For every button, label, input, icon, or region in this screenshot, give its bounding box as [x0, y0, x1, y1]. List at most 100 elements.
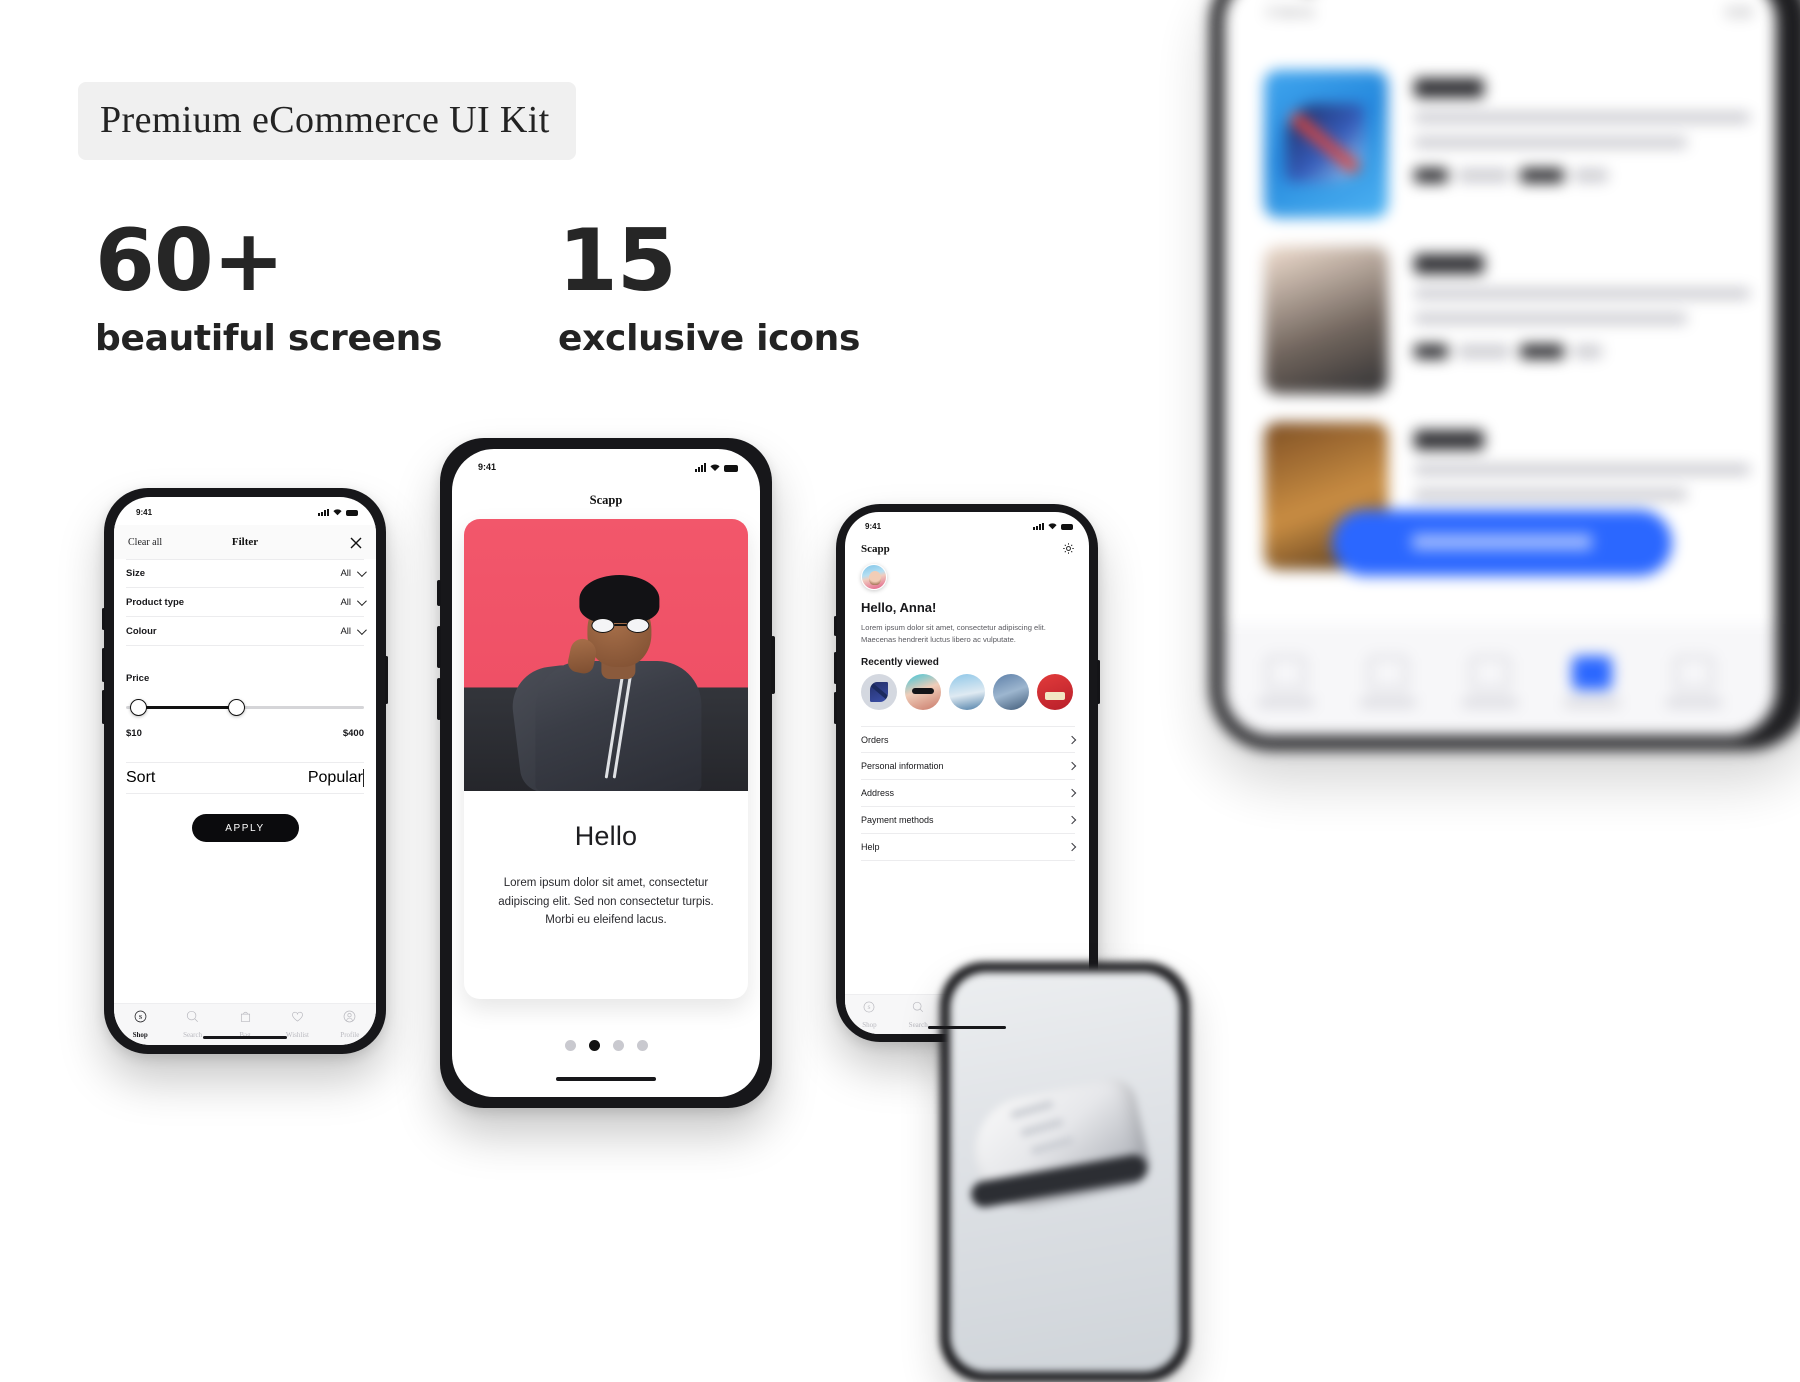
product-price [1414, 168, 1448, 183]
filter-header: Clear all Filter [114, 525, 376, 559]
avatar[interactable] [861, 564, 887, 590]
list-item-orders[interactable]: Orders [861, 726, 1077, 753]
sidebar-item-shop[interactable]: S Shop [114, 1010, 166, 1039]
tab-label-wishlist: Wishlist [285, 1031, 309, 1039]
pagination-dot[interactable] [612, 1040, 624, 1051]
product-desc-line [1414, 489, 1687, 500]
product-size [1458, 345, 1510, 358]
onboarding-copy: Hello Lorem ipsum dolor sit amet, consec… [464, 791, 748, 930]
filter-row-size[interactable]: Size All [126, 559, 367, 588]
price-label: Price [126, 673, 150, 684]
sunglasses-woman-thumb[interactable] [905, 674, 941, 710]
list-item-personal-information[interactable]: Personal information [861, 753, 1077, 780]
gear-icon[interactable] [1062, 542, 1075, 555]
profile-header: Scapp [861, 542, 1075, 555]
denim-jacket-thumb[interactable] [949, 674, 985, 710]
search-icon[interactable] [1368, 656, 1408, 690]
shop-s-circle-icon[interactable] [1266, 656, 1306, 690]
stat-icons: 15 exclusive icons [558, 218, 860, 359]
product-desc-line [1414, 464, 1750, 475]
sort-value[interactable]: Popular [308, 769, 364, 787]
pagination-dot[interactable] [636, 1040, 648, 1051]
list-item-payment-methods[interactable]: Payment methods [861, 807, 1077, 834]
power-button[interactable] [385, 656, 388, 704]
filter-row-colour[interactable]: Colour All [126, 617, 367, 646]
sidebar-item-profile[interactable]: Profile [324, 1010, 376, 1039]
filter-label: Size [126, 568, 146, 579]
product-desc-line [1414, 288, 1750, 299]
list-item-address[interactable]: Address [861, 780, 1077, 807]
power-button[interactable] [771, 636, 775, 694]
price-range-slider[interactable] [126, 699, 364, 716]
apply-button[interactable]: APPLY [191, 814, 299, 842]
filter-label: Colour [126, 625, 157, 637]
sidebar-item-search[interactable]: Search [166, 1010, 218, 1039]
tab-label [1666, 698, 1722, 707]
filter-label: Product type [126, 596, 185, 608]
screen-title: Filter [231, 536, 259, 548]
phone-screen: 9:41 Clear all Filter Size All Product t… [114, 497, 376, 1045]
heel-shoe-thumb[interactable] [861, 674, 897, 710]
sidebar-item-shop[interactable]: S Shop [845, 1000, 894, 1029]
menu-label: Help [861, 842, 880, 852]
tab-label-search: Search [183, 1031, 203, 1039]
bottom-tab-bar[interactable] [1224, 624, 1776, 736]
volume-up-button[interactable] [102, 648, 105, 682]
filter-value[interactable]: All [340, 595, 367, 608]
power-button[interactable] [1097, 660, 1100, 704]
mute-switch[interactable] [834, 616, 837, 636]
pagination-dot-active[interactable] [588, 1040, 600, 1051]
filter-row-sort[interactable]: Sort Popular [126, 762, 364, 794]
status-time: 9:41 [865, 522, 882, 531]
filter-row-product-type[interactable]: Product type All [126, 588, 367, 617]
pagination-dot[interactable] [564, 1040, 576, 1051]
lens-left [591, 618, 615, 633]
sidebar-item-wishlist[interactable]: Wishlist [271, 1010, 323, 1039]
model-figure [508, 575, 719, 791]
red-sweater-thumb[interactable] [1037, 674, 1073, 710]
volume-down-button[interactable] [834, 692, 837, 724]
volume-down-button[interactable] [102, 690, 105, 724]
jeans-thumb[interactable] [993, 674, 1029, 710]
stat-number: 15 [558, 211, 677, 311]
product-title [1414, 430, 1484, 450]
table-row[interactable] [1264, 246, 1764, 398]
battery-icon [1061, 524, 1073, 531]
mute-switch[interactable] [102, 608, 105, 630]
volume-up-button[interactable] [437, 626, 441, 668]
menu-label: Address [861, 788, 895, 798]
stat-number: 60+ [95, 211, 285, 311]
model-hair [579, 575, 660, 623]
filter-value[interactable]: All [340, 567, 367, 579]
search-icon [186, 1010, 199, 1028]
tab-label-shop: Shop [132, 1031, 148, 1039]
bag-icon[interactable] [1470, 656, 1510, 690]
checkout-button[interactable] [1332, 510, 1672, 576]
slider-handle-min[interactable] [130, 699, 147, 716]
filter-value[interactable]: All [340, 624, 367, 637]
pagination-dots[interactable] [452, 1040, 760, 1051]
mute-switch[interactable] [437, 580, 441, 606]
heart-icon[interactable] [1572, 656, 1612, 690]
sidebar-item-search[interactable]: Search [894, 1000, 943, 1029]
bag-icon [239, 1010, 252, 1028]
sidebar-item-bag[interactable]: Bag [219, 1010, 271, 1039]
person-icon[interactable] [1674, 656, 1714, 690]
background-sneaker-phone [940, 962, 1190, 1382]
bg-screen-subtitle: 3 items [1266, 4, 1315, 21]
list-item-help[interactable]: Help [861, 834, 1077, 861]
shop-s-circle-icon: S [134, 1010, 147, 1028]
slider-fill [138, 706, 236, 709]
onboarding-title: Hello [574, 821, 638, 851]
menu-label: Payment methods [861, 815, 934, 825]
recently-viewed-list[interactable] [861, 674, 1089, 710]
status-bar: 9:41 [114, 497, 376, 517]
volume-up-button[interactable] [834, 652, 837, 684]
close-icon[interactable] [350, 536, 362, 549]
person-icon [343, 1010, 356, 1028]
tab-label [1258, 698, 1314, 707]
volume-down-button[interactable] [437, 678, 441, 720]
filter-value-text: All [340, 596, 351, 608]
table-row[interactable] [1264, 70, 1764, 222]
slider-handle-max[interactable] [228, 699, 245, 716]
